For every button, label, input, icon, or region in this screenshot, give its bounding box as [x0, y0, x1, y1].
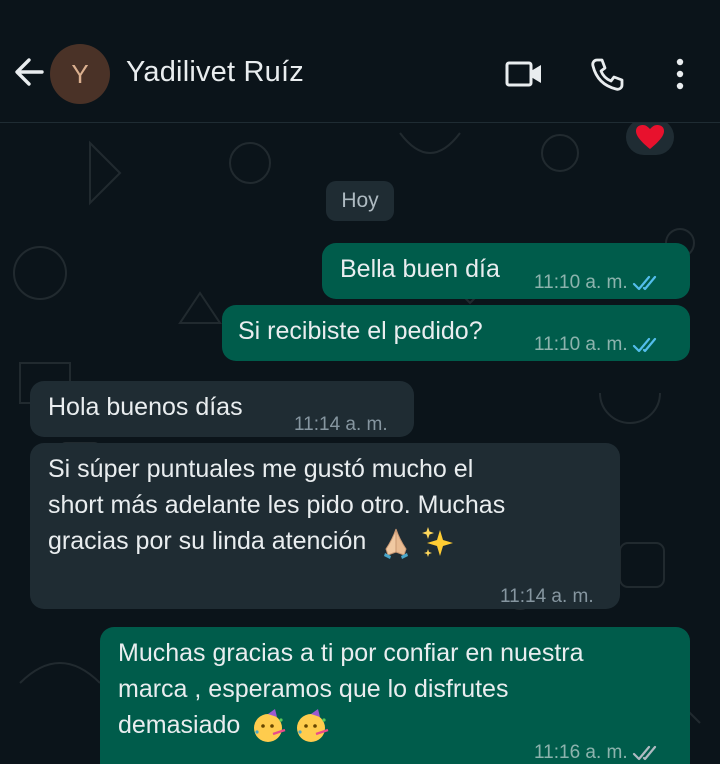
read-receipt-icon [632, 337, 656, 353]
message-text: Si recibiste el pedido? [238, 317, 483, 345]
message-time: 11:14 a. m. [294, 414, 388, 435]
message-time: 11:14 a. m. [500, 586, 594, 607]
message-bubble-incoming[interactable]: Hola buenos días 11:14 a. m. [30, 381, 414, 437]
message-bubble-outgoing[interactable]: Si recibiste el pedido? 11:10 a. m. [222, 305, 690, 361]
message-text: Hola buenos días [48, 393, 243, 421]
heart-icon [636, 125, 664, 149]
message-text: Bella buen día [340, 255, 500, 283]
message-line: demasiado [118, 711, 241, 739]
chat-header: Y Yadilivet Ruíz [0, 0, 720, 122]
sparkles-emoji-icon [422, 527, 454, 558]
message-line: Muchas gracias a ti por confiar en nuest… [118, 639, 584, 667]
message-time: 11:16 a. m. [534, 742, 628, 763]
partying-face-emoji-icon [254, 709, 286, 743]
date-chip: Hoy [326, 181, 394, 221]
partying-face-emoji-icon [297, 709, 329, 743]
message-line: Si súper puntuales me gustó mucho el [48, 455, 474, 483]
phone-icon[interactable] [588, 56, 626, 94]
message-bubble-outgoing[interactable]: Bella buen día 11:10 a. m. [322, 243, 690, 299]
message-bubble-outgoing[interactable]: Muchas gracias a ti por confiar en nuest… [100, 627, 690, 764]
avatar[interactable]: Y [50, 44, 110, 104]
message-time: 11:10 a. m. [534, 334, 628, 355]
message-line: marca , esperamos que lo disfrutes [118, 675, 509, 703]
message-line: gracias por su linda atención [48, 527, 367, 555]
message-time: 11:10 a. m. [534, 272, 628, 293]
heart-reaction[interactable] [626, 123, 674, 155]
avatar-initial: Y [71, 58, 89, 89]
more-vertical-icon[interactable] [670, 56, 690, 92]
folded-hands-emoji-icon [384, 529, 409, 560]
video-call-icon[interactable] [504, 58, 544, 90]
back-arrow-icon[interactable] [12, 52, 46, 92]
message-bubble-incoming[interactable]: Si súper puntuales me gustó mucho el sho… [30, 443, 620, 609]
delivered-receipt-icon [632, 745, 656, 761]
message-line: short más adelante les pido otro. Muchas [48, 491, 506, 519]
read-receipt-icon [632, 275, 656, 291]
chat-area[interactable]: Hoy Bella buen día 11:10 a. m. Si recibi… [0, 122, 720, 764]
contact-name[interactable]: Yadilivet Ruíz [126, 56, 304, 89]
